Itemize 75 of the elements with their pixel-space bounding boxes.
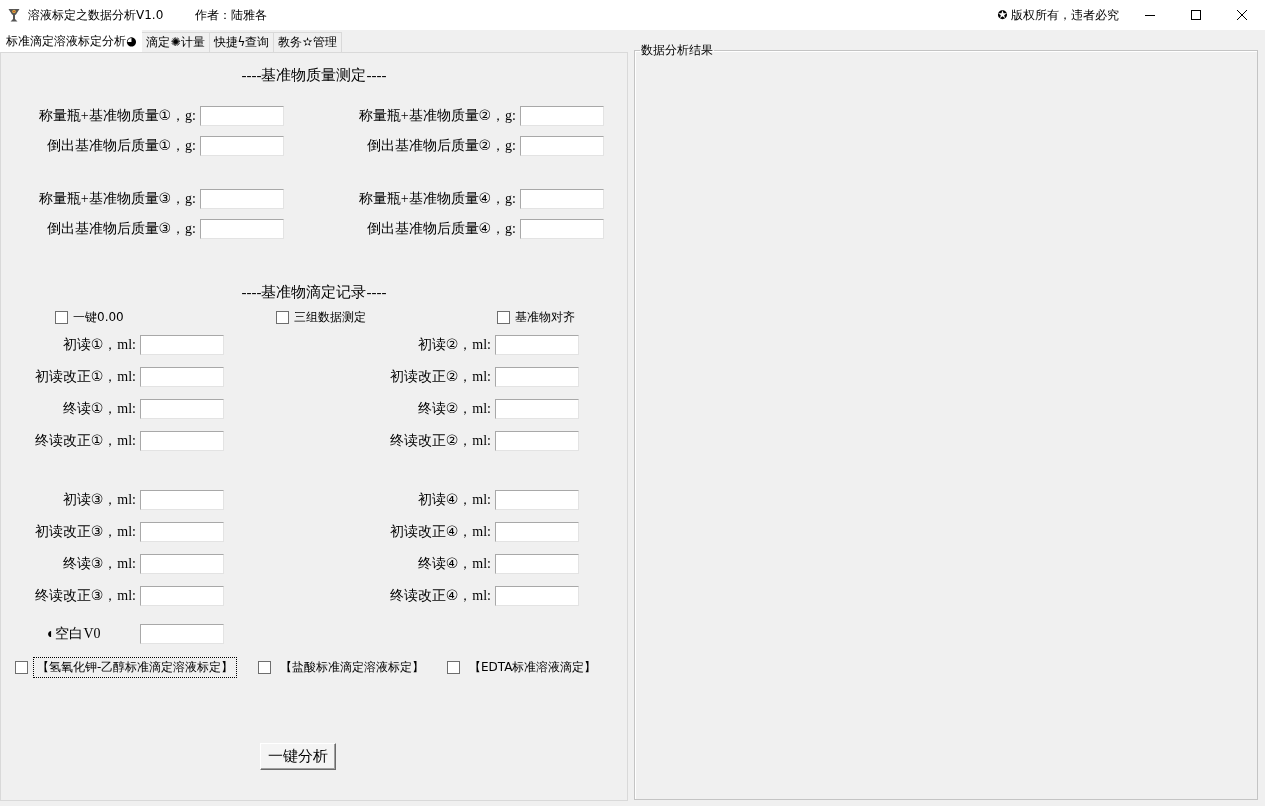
input-field[interactable] bbox=[200, 219, 284, 239]
field-label: 终读③，ml: bbox=[62, 555, 136, 573]
checkbox-label[interactable]: 【氢氧化钾-乙醇标准滴定溶液标定】 bbox=[33, 657, 238, 678]
checkbox[interactable] bbox=[276, 310, 289, 324]
input-field[interactable] bbox=[495, 431, 579, 451]
field-label: ◐空白V0 bbox=[47, 625, 101, 643]
input-field[interactable] bbox=[140, 586, 224, 606]
input-field[interactable] bbox=[495, 586, 579, 606]
checkbox[interactable] bbox=[447, 661, 460, 674]
close-icon bbox=[1237, 10, 1247, 20]
field-label: 终读①，ml: bbox=[62, 400, 136, 418]
checkbox-label[interactable]: 一键0.00 bbox=[73, 309, 124, 325]
tab[interactable]: 教务✫管理 bbox=[273, 32, 342, 52]
tab[interactable]: 标准滴定溶液标定分析◕ bbox=[0, 30, 143, 52]
field-label: 终读④，ml: bbox=[417, 555, 491, 573]
input-field[interactable] bbox=[495, 522, 579, 542]
field-label: 初读改正④，ml: bbox=[389, 523, 491, 541]
field-label: 初读②，ml: bbox=[417, 336, 491, 354]
field-label: 终读改正①，ml: bbox=[34, 432, 136, 450]
checkbox[interactable] bbox=[258, 661, 271, 674]
input-field[interactable] bbox=[140, 431, 224, 451]
field-label: 终读②，ml: bbox=[417, 400, 491, 418]
field-label: 称量瓶+基准物质量④，g: bbox=[358, 190, 516, 208]
minimize-icon bbox=[1145, 14, 1155, 16]
checkbox-label[interactable]: 【盐酸标准滴定溶液标定】 bbox=[276, 657, 428, 678]
field-label: 初读③，ml: bbox=[62, 491, 136, 509]
input-field[interactable] bbox=[520, 189, 604, 209]
field-label: 称量瓶+基准物质量①，g: bbox=[38, 107, 196, 125]
input-field[interactable] bbox=[495, 335, 579, 355]
checkbox[interactable] bbox=[15, 661, 28, 674]
field-label: 初读改正①，ml: bbox=[34, 368, 136, 386]
copyright-notice: ✪ 版权所有，违者必究 bbox=[997, 6, 1119, 24]
input-field[interactable] bbox=[200, 106, 284, 126]
goblet-icon bbox=[8, 8, 20, 22]
input-field[interactable] bbox=[140, 399, 224, 419]
field-label: 初读④，ml: bbox=[417, 491, 491, 509]
input-field[interactable] bbox=[140, 490, 224, 510]
input-field[interactable] bbox=[140, 335, 224, 355]
field-label: 倒出基准物后质量④，g: bbox=[366, 220, 516, 238]
input-field[interactable] bbox=[520, 136, 604, 156]
input-field[interactable] bbox=[200, 136, 284, 156]
input-field[interactable] bbox=[140, 522, 224, 542]
input-field[interactable] bbox=[495, 399, 579, 419]
field-label: 倒出基准物后质量③，g: bbox=[46, 220, 196, 238]
field-label: 终读改正②，ml: bbox=[389, 432, 491, 450]
input-field[interactable] bbox=[140, 554, 224, 574]
panel-title: 数据分析结果 bbox=[640, 42, 714, 58]
input-field[interactable] bbox=[495, 554, 579, 574]
input-field[interactable] bbox=[520, 219, 604, 239]
field-label: 倒出基准物后质量②，g: bbox=[366, 137, 516, 155]
input-field[interactable] bbox=[200, 189, 284, 209]
input-field[interactable] bbox=[520, 106, 604, 126]
author-label: 作者：陆雅各 bbox=[195, 6, 268, 24]
field-label: 初读改正③，ml: bbox=[34, 523, 136, 541]
input-field[interactable] bbox=[140, 367, 224, 387]
field-label: 倒出基准物后质量①，g: bbox=[46, 137, 196, 155]
field-label: 初读改正②，ml: bbox=[389, 368, 491, 386]
checkbox-label[interactable]: 【EDTA标准溶液滴定】 bbox=[465, 657, 601, 678]
checkbox-label[interactable]: 基准物对齐 bbox=[515, 309, 575, 325]
input-field[interactable] bbox=[495, 490, 579, 510]
field-label: 终读改正③，ml: bbox=[34, 587, 136, 605]
input-field[interactable] bbox=[495, 367, 579, 387]
section-heading: ----基准物滴定记录---- bbox=[241, 283, 387, 302]
field-label: 称量瓶+基准物质量②，g: bbox=[358, 107, 516, 125]
checkbox-label[interactable]: 三组数据测定 bbox=[294, 309, 366, 325]
analyze-button[interactable]: 一键分析 bbox=[260, 743, 336, 770]
maximize-icon bbox=[1191, 10, 1201, 20]
field-label: 终读改正④，ml: bbox=[389, 587, 491, 605]
input-field[interactable] bbox=[140, 624, 224, 644]
checkbox[interactable] bbox=[55, 310, 68, 324]
field-label: 初读①，ml: bbox=[62, 336, 136, 354]
checkbox[interactable] bbox=[497, 310, 510, 324]
field-label: 称量瓶+基准物质量③，g: bbox=[38, 190, 196, 208]
section-heading: ----基准物质量测定---- bbox=[241, 66, 387, 85]
window-title: 溶液标定之数据分析V1.0 bbox=[28, 6, 164, 24]
